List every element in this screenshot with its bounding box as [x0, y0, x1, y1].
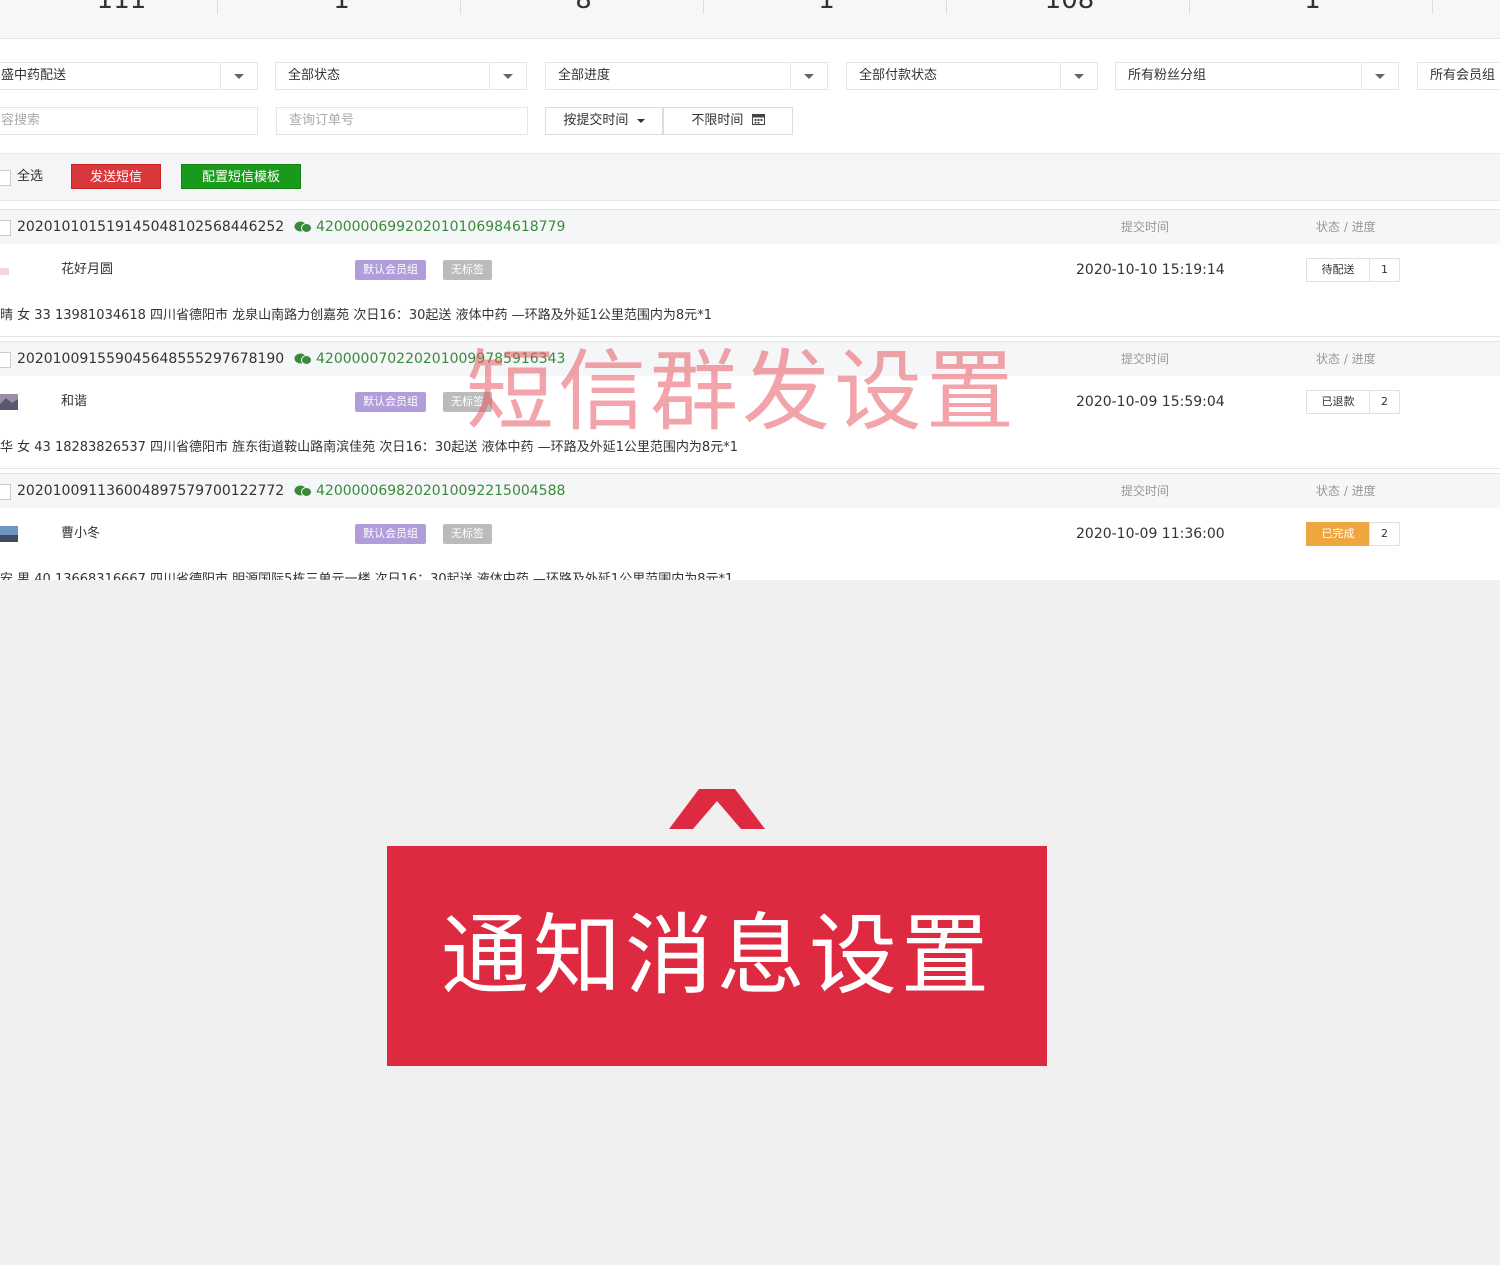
chevron-up-icon [669, 789, 765, 829]
progress-select-value: 全部进度 [558, 68, 611, 83]
order-number: 202010091136004897579700122772 [17, 483, 285, 499]
status-badge[interactable]: 待配送 [1306, 258, 1370, 282]
order-row: 曹小冬 默认会员组 无标签 2020-10-09 11:36:00 已完成 2 [0, 508, 1500, 561]
progress-select[interactable]: 全部进度 [545, 62, 828, 90]
stat-value: 108 [948, 0, 1191, 10]
status-progress-header: 状态 / 进度 [1316, 352, 1376, 366]
order-header: 20201010151914504810256844625​2 42000006… [0, 209, 1500, 245]
wechat-pay-icon [294, 221, 312, 233]
member-group-select-value: 所有会员组 [1430, 68, 1496, 83]
time-sort-label: 按提交时间 [563, 113, 629, 128]
order-header: 202010091136004897579700122772 420000069… [0, 473, 1500, 509]
stat-value: 1 [705, 0, 948, 10]
stat-divider [946, 0, 947, 14]
wechat-pay-icon [294, 353, 312, 365]
stat-value: 1 [220, 0, 463, 10]
select-all-label: 全选 [17, 169, 44, 184]
status-select-value: 全部状态 [288, 68, 341, 83]
stat-value: 1 [1191, 0, 1434, 10]
member-group-tag: 默认会员组 [355, 392, 426, 412]
label-tag: 无标签 [443, 260, 492, 280]
order-row: 花好月圆 默认会员组 无标签 2020-10-10 15:19:14 待配送 1 [0, 244, 1500, 297]
send-sms-button[interactable]: 发送短信 [71, 164, 161, 189]
order-address: 安 男 40 13668316667 四川省德阳市 明源国际5栋三单元一楼 次日… [0, 560, 1500, 580]
caret-down-icon [636, 118, 645, 123]
notification-settings-banner: 通知消息设置 [387, 846, 1047, 1066]
watermark-title: 短信群发设置 [466, 340, 1019, 443]
stat-divider [703, 0, 704, 14]
calendar-icon [751, 114, 765, 125]
status-progress-header: 状态 / 进度 [1316, 220, 1376, 234]
time-range-picker[interactable]: 不限时间 [663, 107, 793, 135]
customer-nickname: 花好月圆 [61, 262, 114, 277]
shop-select-value: 盛中药配送 [1, 68, 67, 83]
order-number-input[interactable]: 查询订单号 [276, 107, 528, 135]
chevron-down-icon [220, 63, 257, 89]
status-select[interactable]: 全部状态 [275, 62, 527, 90]
config-sms-template-button[interactable]: 配置短信模板 [181, 164, 301, 189]
transaction-id: 4200000698202010092215004588 [316, 483, 566, 499]
submit-time: 2020-10-09 15:59:04 [1076, 394, 1225, 410]
member-group-tag: 默认会员组 [355, 260, 426, 280]
chevron-down-icon [1060, 63, 1097, 89]
order-number: 202010091559045648555297678190 [17, 351, 285, 367]
payment-status-select[interactable]: 全部付款状态 [846, 62, 1098, 90]
stat-divider [217, 0, 218, 14]
status-progress-header: 状态 / 进度 [1316, 484, 1376, 498]
submit-time-header: 提交时间 [1121, 220, 1170, 234]
stat-divider [1432, 0, 1433, 14]
fans-group-select[interactable]: 所有粉丝分组 [1115, 62, 1399, 90]
progress-count: 2 [1369, 522, 1400, 546]
time-range-label: 不限时间 [691, 113, 744, 128]
stats-strip: 111 1 8 1 108 1 [0, 0, 1500, 39]
order-checkbox[interactable] [0, 220, 11, 236]
select-all-checkbox[interactable] [0, 170, 11, 186]
stat-divider [460, 0, 461, 14]
wechat-pay-icon [294, 485, 312, 497]
stat-divider [1189, 0, 1190, 14]
order-number-placeholder: 查询订单号 [289, 113, 355, 128]
order-checkbox[interactable] [0, 484, 11, 500]
avatar [0, 268, 9, 275]
order-panel: 111 1 8 1 108 1 盛中药配送 全部状态 全部进度 全部付款状态 所… [0, 0, 1500, 580]
fans-group-select-value: 所有粉丝分组 [1128, 68, 1207, 83]
customer-nickname: 曹小冬 [61, 526, 101, 541]
order-checkbox[interactable] [0, 352, 11, 368]
status-badge[interactable]: 已退款 [1306, 390, 1370, 414]
order-number: 20201010151914504810256844625​2 [17, 219, 285, 235]
shop-select[interactable]: 盛中药配送 [0, 62, 258, 90]
time-sort-dropdown[interactable]: 按提交时间 [545, 107, 663, 135]
avatar [0, 526, 18, 542]
label-tag: 无标签 [443, 524, 492, 544]
chevron-down-icon [790, 63, 827, 89]
submit-time: 2020-10-10 15:19:14 [1076, 262, 1225, 278]
submit-time-header: 提交时间 [1121, 352, 1170, 366]
stat-value: 111 [0, 0, 243, 10]
status-badge[interactable]: 已完成 [1306, 522, 1370, 546]
payment-status-select-value: 全部付款状态 [859, 68, 938, 83]
chevron-down-icon [489, 63, 526, 89]
progress-count: 2 [1369, 390, 1400, 414]
submit-time: 2020-10-09 11:36:00 [1076, 526, 1225, 542]
progress-count: 1 [1369, 258, 1400, 282]
transaction-id: 4200000699202010106984618779 [316, 219, 566, 235]
member-group-tag: 默认会员组 [355, 524, 426, 544]
member-group-select[interactable]: 所有会员组 [1417, 62, 1500, 90]
submit-time-header: 提交时间 [1121, 484, 1170, 498]
stat-value: 8 [462, 0, 705, 10]
order-address: 晴 女 33 13981034618 四川省德阳市 龙泉山南路力创嘉苑 次日16… [0, 296, 1500, 337]
avatar [0, 394, 18, 410]
content-search-input[interactable]: 容搜索 [0, 107, 258, 135]
customer-nickname: 和谐 [61, 394, 88, 409]
chevron-down-icon [1361, 63, 1398, 89]
content-search-placeholder: 容搜索 [1, 113, 41, 128]
